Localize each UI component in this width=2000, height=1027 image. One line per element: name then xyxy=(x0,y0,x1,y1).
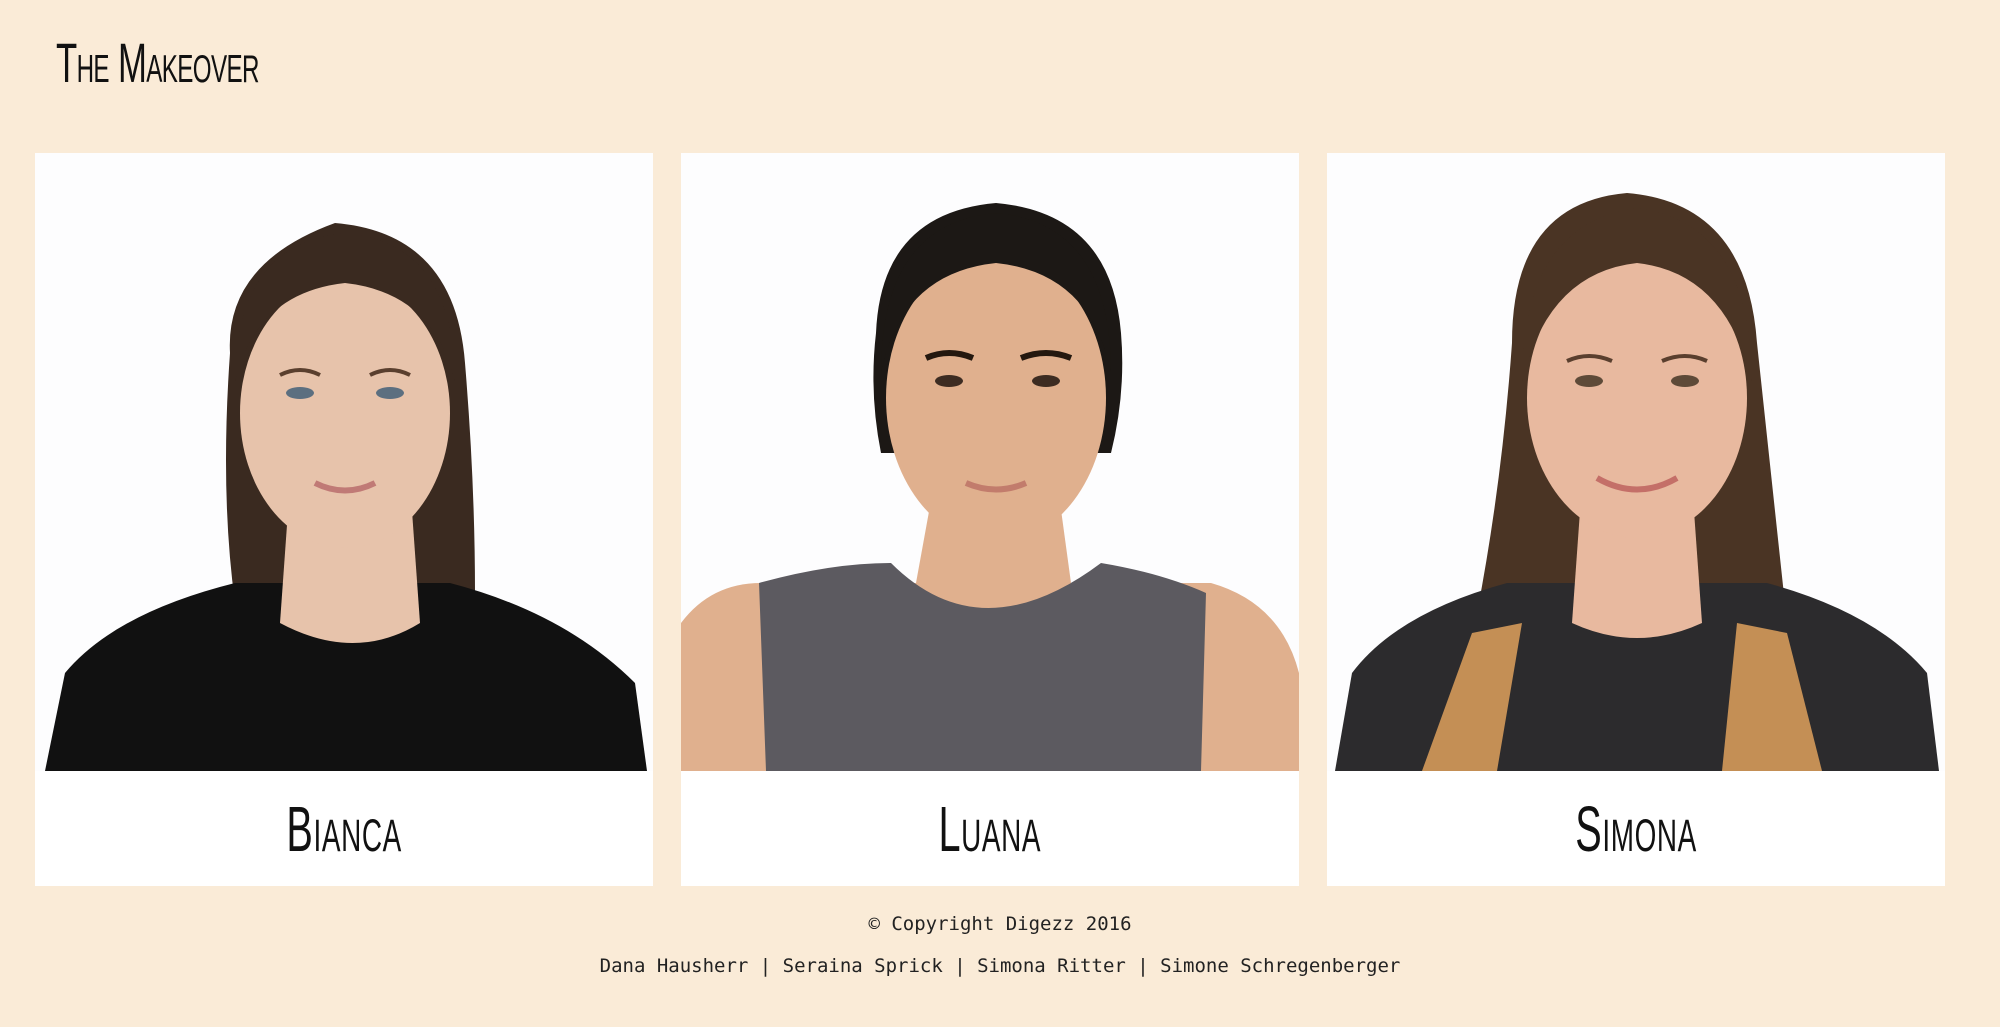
portrait-card-bianca[interactable]: Bianca xyxy=(35,153,653,886)
portrait-photo-bianca[interactable] xyxy=(35,153,653,771)
portrait-card-simona[interactable]: Simona xyxy=(1327,153,1945,886)
copyright-text: © Copyright Digezz 2016 xyxy=(868,913,1132,935)
site-footer: © Copyright Digezz 2016 Dana Hausherr | … xyxy=(0,912,2000,978)
portrait-icon xyxy=(1327,153,1945,771)
portrait-card-luana[interactable]: Luana xyxy=(681,153,1299,886)
credits-text: Dana Hausherr | Seraina Sprick | Simona … xyxy=(599,955,1401,977)
portrait-caption: Simona xyxy=(1327,771,1945,886)
portrait-icon xyxy=(35,153,653,771)
portrait-gallery: Bianca Luana Simona xyxy=(35,153,1945,886)
portrait-caption: Bianca xyxy=(35,771,653,886)
person-name: Luana xyxy=(938,792,1042,865)
person-name: Simona xyxy=(1575,792,1697,865)
person-name: Bianca xyxy=(286,792,402,865)
site-title: The Makeover xyxy=(56,31,259,94)
portrait-caption: Luana xyxy=(681,771,1299,886)
portrait-photo-simona[interactable] xyxy=(1327,153,1945,771)
portrait-icon xyxy=(681,153,1299,771)
portrait-photo-luana[interactable] xyxy=(681,153,1299,771)
